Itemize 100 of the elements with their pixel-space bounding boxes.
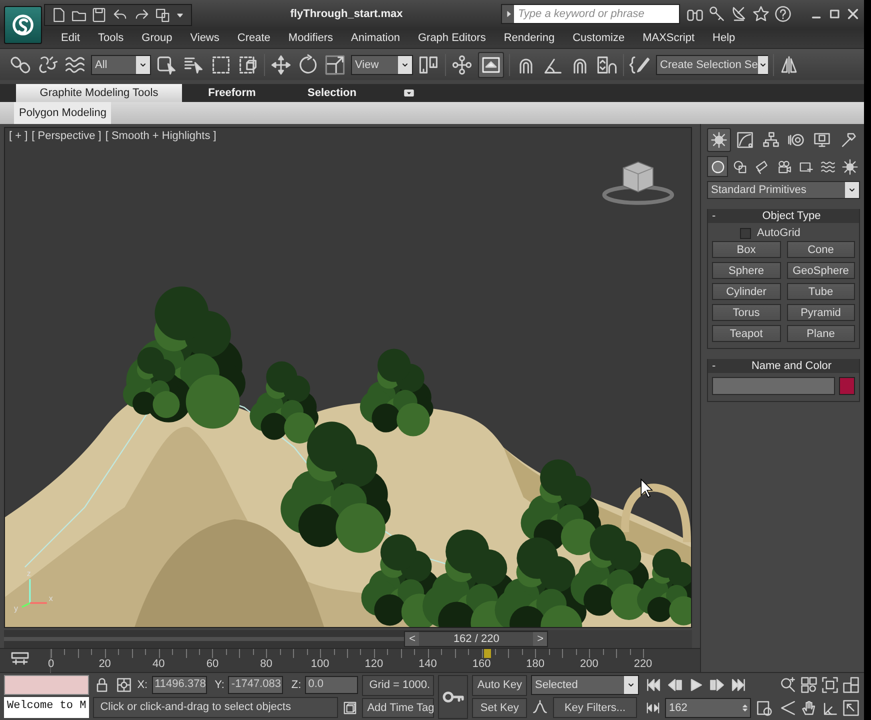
motion-icon: [787, 131, 806, 149]
category-button[interactable]: [707, 156, 728, 177]
menu-item[interactable]: Views: [181, 32, 228, 44]
save-icon[interactable]: [91, 7, 107, 23]
unlink-icon[interactable]: [37, 54, 59, 76]
selection-filter-dropdown[interactable]: All: [91, 54, 151, 74]
rotate-icon[interactable]: [297, 54, 319, 76]
menu-item[interactable]: Customize: [564, 32, 634, 44]
x-coordinate-field[interactable]: 11496.378: [152, 676, 207, 694]
zoom-extents-icon[interactable]: [821, 676, 839, 694]
current-frame-field[interactable]: 162: [665, 698, 751, 718]
window-title: flyThrough_start.max: [289, 8, 404, 20]
frame-number: 80: [260, 658, 272, 671]
frame-number: 220: [634, 658, 652, 671]
manipulate-icon[interactable]: [451, 54, 473, 76]
menu-item[interactable]: Rendering: [494, 32, 564, 44]
add-time-tag-button[interactable]: Add Time Tag: [362, 698, 434, 718]
menu-item[interactable]: Group: [132, 32, 182, 44]
viewport-label[interactable]: [ Smooth + Highlights ]: [105, 130, 216, 142]
key-filters-button[interactable]: Key Filters...: [553, 697, 637, 718]
move-icon[interactable]: [270, 54, 292, 76]
gear-icon: [842, 158, 858, 174]
object-color-swatch[interactable]: [839, 377, 855, 395]
auto-key-button[interactable]: Auto Key: [472, 675, 527, 696]
rollout-header[interactable]: - Object Type: [708, 209, 859, 223]
autogrid-checkbox[interactable]: [740, 228, 751, 238]
menu-item[interactable]: Graph Editors: [408, 32, 495, 44]
set-keys-button[interactable]: [438, 675, 468, 719]
close-icon[interactable]: [846, 7, 860, 21]
field-of-view-icon[interactable]: [779, 698, 797, 717]
ribbon-panel-tab[interactable]: Polygon Modeling: [14, 102, 112, 124]
menu-item[interactable]: Help: [704, 32, 744, 44]
primitive-button[interactable]: GeoSphere: [786, 262, 855, 279]
frame-number: 20: [98, 658, 111, 671]
pan-hand-icon[interactable]: [800, 698, 818, 717]
listener-input-field[interactable]: [4, 675, 90, 696]
primitive-button[interactable]: Plane: [786, 325, 855, 342]
mirror-icon[interactable]: [779, 54, 799, 76]
viewport-label[interactable]: [ Perspective ]: [32, 130, 102, 142]
object-name-field[interactable]: [712, 377, 835, 395]
axis-label: z: [26, 569, 31, 578]
primitive-button[interactable]: Box: [712, 241, 780, 258]
select-object-icon[interactable]: [156, 54, 178, 76]
z-coordinate-field[interactable]: 0.0: [305, 676, 358, 694]
modify-icon: [736, 131, 754, 149]
new-file-icon[interactable]: [51, 7, 67, 23]
menu-item[interactable]: Tools: [88, 32, 133, 44]
command-panel-tab[interactable]: [707, 128, 731, 152]
primitive-button[interactable]: Cone: [786, 241, 855, 258]
zoom-extents-all-icon[interactable]: [842, 676, 860, 694]
y-coordinate-field[interactable]: -1747.083: [228, 676, 284, 694]
primitive-button[interactable]: Tube: [786, 283, 855, 300]
viewport-label[interactable]: [ + ]: [9, 130, 28, 142]
primitive-button[interactable]: Torus: [712, 304, 780, 321]
menu-item[interactable]: MAXScript: [634, 32, 704, 44]
keyboard-shortcut-toggle[interactable]: [478, 52, 504, 78]
checkbox-label: AutoGrid: [757, 227, 800, 239]
primitive-button[interactable]: Cylinder: [712, 283, 780, 300]
menu-item[interactable]: Animation: [342, 32, 409, 44]
maximize-viewport-icon[interactable]: [842, 698, 860, 717]
reference-coordinate-dropdown[interactable]: View: [351, 54, 413, 74]
key-mode-dropdown[interactable]: Selected: [531, 675, 639, 695]
ribbon-tab[interactable]: Freeform: [182, 84, 282, 102]
zoom-icon[interactable]: [779, 676, 797, 694]
primitive-button[interactable]: Pyramid: [786, 304, 855, 321]
search-field[interactable]: Type a keyword or phrase: [501, 4, 680, 24]
time-slider-thumb[interactable]: < 162 / 220 >: [404, 631, 548, 647]
viewcube-icon[interactable]: [602, 161, 674, 205]
absolute-mode-icon[interactable]: [115, 676, 134, 694]
ribbon-tab[interactable]: Selection: [282, 84, 382, 102]
key-icon[interactable]: [708, 5, 726, 23]
named-selection-dropdown[interactable]: Create Selection Se: [656, 54, 768, 74]
ribbon-tab[interactable]: Graphite Modeling Tools: [16, 84, 182, 102]
menu-item[interactable]: Modifiers: [279, 32, 342, 44]
edit-named-selection-icon[interactable]: [629, 54, 651, 76]
rollout-header[interactable]: - Name and Color: [708, 359, 859, 373]
perspective-viewport[interactable]: x y z [ + ] [ Perspective ] [ Smooth + Highlights ]: [4, 127, 692, 628]
pivot-icon[interactable]: [418, 54, 440, 76]
scale-icon[interactable]: [324, 54, 346, 76]
menu-item[interactable]: Create: [228, 32, 280, 44]
application-button[interactable]: [4, 6, 42, 44]
maximize-icon[interactable]: [828, 7, 842, 21]
previous-frame-button[interactable]: <: [405, 632, 420, 646]
star-icon[interactable]: [752, 5, 770, 23]
project-folder-icon[interactable]: [155, 7, 171, 23]
primitive-button[interactable]: Sphere: [712, 262, 780, 279]
axis-label: x: [48, 594, 53, 604]
zoom-all-icon[interactable]: [800, 676, 818, 694]
window-crossing-icon[interactable]: [237, 54, 259, 76]
primitive-button[interactable]: Teapot: [712, 325, 780, 342]
menu-item[interactable]: Edit: [52, 32, 89, 44]
hammer-icon: [839, 131, 858, 149]
spinner-snap-icon[interactable]: [596, 54, 618, 76]
rectangle-selection-icon[interactable]: [210, 54, 232, 76]
satellite-dish-icon[interactable]: [730, 5, 748, 23]
next-frame-button[interactable]: >: [533, 632, 548, 646]
category-dropdown[interactable]: Standard Primitives: [707, 181, 860, 199]
help-icon[interactable]: [774, 5, 792, 23]
set-key-button[interactable]: Set Key: [472, 698, 527, 718]
time-configuration-icon[interactable]: [755, 698, 773, 717]
